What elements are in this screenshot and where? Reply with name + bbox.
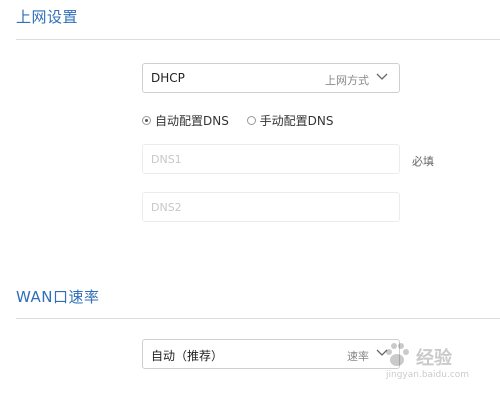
radio-manual-dns-label: 手动配置DNS [259, 114, 334, 128]
radio-checked-icon [142, 116, 151, 125]
connection-type-caption: 上网方式 [325, 74, 369, 87]
paw-logo-icon [386, 343, 409, 366]
radio-manual-dns[interactable]: 手动配置DNS [246, 112, 334, 129]
dns2-input[interactable] [142, 192, 400, 222]
section-divider [16, 39, 500, 40]
section-divider [16, 318, 500, 319]
chevron-down-icon [376, 73, 388, 80]
internet-settings-title: 上网设置 [16, 8, 79, 26]
wan-speed-value: 自动（推荐） [151, 349, 224, 363]
radio-auto-dns[interactable]: 自动配置DNS [142, 112, 229, 129]
radio-unchecked-icon [246, 116, 256, 125]
baidu-jingyan-watermark: 经验 jingyan.baidu.com [382, 340, 500, 384]
wan-speed-select[interactable]: 自动（推荐） 速率 [142, 339, 400, 369]
dns-mode-radio-group: 自动配置DNS 手动配置DNS [142, 112, 348, 129]
connection-type-select[interactable]: DHCP 上网方式 [142, 63, 400, 93]
router-settings-page: 上网设置 DHCP 上网方式 自动配置DNS 手动配置DNS 必填 WAN口速率… [0, 0, 500, 394]
connection-type-value: DHCP [151, 71, 185, 85]
wan-speed-title: WAN口速率 [16, 288, 100, 306]
dns1-input[interactable] [142, 144, 400, 174]
dns1-required-label: 必填 [412, 155, 434, 168]
watermark-url: jingyan.baidu.com [386, 370, 470, 380]
wan-speed-caption: 速率 [347, 350, 369, 363]
watermark-text: 经验 [416, 348, 452, 369]
radio-auto-dns-label: 自动配置DNS [155, 114, 229, 128]
